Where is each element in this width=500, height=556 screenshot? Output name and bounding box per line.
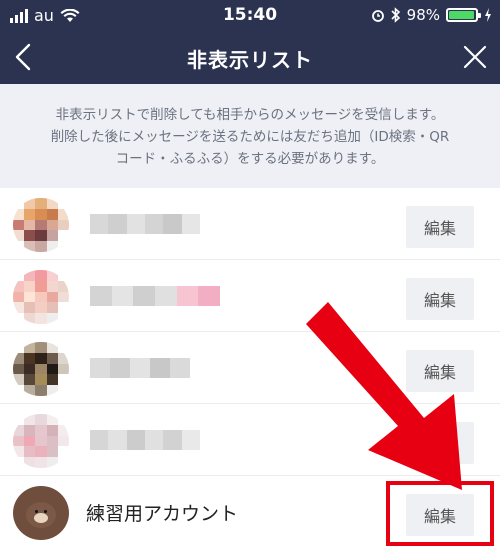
notice-line-1: 非表示リストで削除しても相手からのメッセージを受信します。 xyxy=(55,107,445,123)
edit-button[interactable]: 編集 xyxy=(406,206,474,248)
alarm-icon xyxy=(371,10,384,22)
avatar xyxy=(13,486,69,540)
notice-line-3: コード・ふるふる）をする必要があります。 xyxy=(115,151,385,167)
avatar xyxy=(13,414,69,468)
blurred-name xyxy=(90,430,200,450)
friend-name: 練習用アカウント xyxy=(86,503,239,525)
status-bar: au 15:40 98% xyxy=(0,0,500,30)
list-item: 編集 xyxy=(0,260,500,332)
list-item: 編集 xyxy=(0,332,500,404)
edit-button[interactable]: 編集 xyxy=(406,350,474,392)
blurred-name xyxy=(90,286,221,306)
notice-banner: 非表示リストで削除しても相手からのメッセージを受信します。 削除した後にメッセー… xyxy=(0,84,500,188)
battery-icon xyxy=(446,8,481,22)
list-item: 練習用アカウント 編集 xyxy=(0,476,500,548)
blurred-name xyxy=(90,358,190,378)
edit-button[interactable]: 編集 xyxy=(406,422,474,464)
battery-fill xyxy=(449,11,475,19)
page-title: 非表示リスト xyxy=(187,48,313,72)
hidden-friends-list: 編集 編集 編集 編集 練習用アカウント 編集 xyxy=(0,188,500,548)
charging-icon xyxy=(485,8,491,22)
avatar xyxy=(13,270,69,324)
notice-line-2: 削除した後にメッセージを送るためには友だち追加（ID検索・QR xyxy=(50,129,450,145)
navigation-bar: 非表示リスト xyxy=(0,30,500,84)
list-item: 編集 xyxy=(0,404,500,476)
edit-button[interactable]: 編集 xyxy=(406,494,474,536)
close-icon[interactable] xyxy=(462,44,488,70)
list-item: 編集 xyxy=(0,188,500,260)
avatar xyxy=(13,198,69,252)
avatar xyxy=(13,342,69,396)
battery-percent: 98% xyxy=(406,6,440,24)
status-right: 98% xyxy=(371,6,492,24)
edit-button[interactable]: 編集 xyxy=(406,278,474,320)
bluetooth-icon xyxy=(391,7,400,23)
blurred-name xyxy=(90,214,200,234)
